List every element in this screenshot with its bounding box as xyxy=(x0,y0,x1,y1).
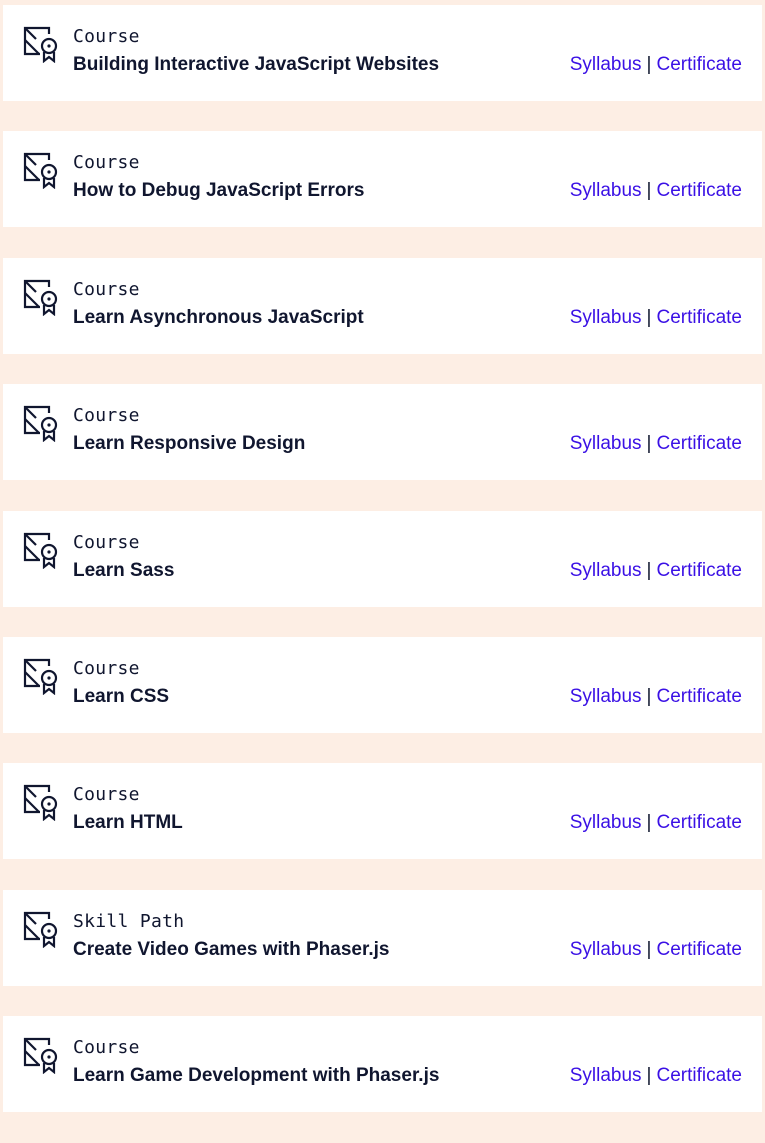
certificate-icon xyxy=(22,25,60,63)
syllabus-link[interactable]: Syllabus xyxy=(570,180,642,201)
item-type-label: Course xyxy=(73,278,140,300)
link-separator: | xyxy=(646,812,652,834)
item-title: Learn Sass xyxy=(73,559,175,581)
certificate-icon xyxy=(22,783,60,822)
certificate-list: Course Building Interactive JavaScript W… xyxy=(3,5,762,1143)
item-type-label: Course xyxy=(73,152,140,174)
syllabus-link[interactable]: Syllabus xyxy=(570,939,642,960)
list-item: Course Learn Game Development with Phase… xyxy=(3,1016,762,1113)
certificate-link[interactable]: Certificate xyxy=(656,307,742,328)
item-title: Learn Asynchronous JavaScript xyxy=(73,306,364,328)
certificate-link[interactable]: Certificate xyxy=(656,1065,742,1086)
link-separator: | xyxy=(646,54,652,75)
certificate-icon xyxy=(22,151,60,190)
list-item: Skill Path Create Video Games with Phase… xyxy=(3,889,762,986)
syllabus-link[interactable]: Syllabus xyxy=(570,307,642,328)
item-type-label: Course xyxy=(73,657,140,679)
certificate-link[interactable]: Certificate xyxy=(656,686,742,707)
certificate-icon xyxy=(22,404,60,443)
item-links: Syllabus | Certificate xyxy=(570,432,742,456)
item-title: Learn Game Development with Phaser.js xyxy=(73,1065,440,1087)
item-links: Syllabus | Certificate xyxy=(570,53,742,77)
item-type-label: Course xyxy=(73,26,140,47)
item-links: Syllabus | Certificate xyxy=(570,179,742,203)
item-title: Building Interactive JavaScript Websites xyxy=(73,54,440,75)
item-title: Learn Responsive Design xyxy=(73,433,306,455)
syllabus-link[interactable]: Syllabus xyxy=(570,560,642,581)
item-links: Syllabus | Certificate xyxy=(570,685,742,709)
link-separator: | xyxy=(646,180,652,202)
item-links: Syllabus | Certificate xyxy=(570,306,742,330)
item-links: Syllabus | Certificate xyxy=(570,811,742,835)
link-separator: | xyxy=(646,938,652,960)
item-title: Learn CSS xyxy=(73,685,170,707)
link-separator: | xyxy=(646,306,652,328)
link-separator: | xyxy=(646,559,652,581)
item-title: Create Video Games with Phaser.js xyxy=(73,938,390,960)
syllabus-link[interactable]: Syllabus xyxy=(570,433,642,454)
syllabus-link[interactable]: Syllabus xyxy=(570,686,642,707)
syllabus-link[interactable]: Syllabus xyxy=(570,812,642,833)
list-item: Course Learn HTML Syllabus | Certificate xyxy=(3,763,762,860)
item-title: How to Debug JavaScript Errors xyxy=(73,180,365,202)
item-links: Syllabus | Certificate xyxy=(570,1064,742,1088)
item-type-label: Course xyxy=(73,1037,140,1059)
item-title: Learn HTML xyxy=(73,812,183,834)
list-item: Course Learn Sass Syllabus | Certificate xyxy=(3,510,762,607)
certificate-icon xyxy=(22,657,60,695)
syllabus-link[interactable]: Syllabus xyxy=(570,54,642,75)
certificate-link[interactable]: Certificate xyxy=(656,560,742,581)
item-links: Syllabus | Certificate xyxy=(570,938,742,962)
item-type-label: Skill Path xyxy=(73,910,185,932)
certificate-link[interactable]: Certificate xyxy=(656,180,742,201)
certificate-icon xyxy=(22,910,60,948)
certificate-link[interactable]: Certificate xyxy=(656,939,742,960)
item-type-label: Course xyxy=(73,531,140,553)
list-item: Course Learn Asynchronous JavaScript Syl… xyxy=(3,257,762,354)
link-separator: | xyxy=(646,685,652,707)
list-item: Course How to Debug JavaScript Errors Sy… xyxy=(3,131,762,228)
list-item: Course Learn Responsive Design Syllabus |… xyxy=(3,384,762,481)
certificate-link[interactable]: Certificate xyxy=(656,433,742,454)
item-links: Syllabus | Certificate xyxy=(570,559,742,583)
list-item: Course Building Interactive JavaScript W… xyxy=(3,5,762,101)
item-type-label: Course xyxy=(73,784,140,806)
certificate-link[interactable]: Certificate xyxy=(656,812,742,833)
syllabus-link[interactable]: Syllabus xyxy=(570,1065,642,1086)
certificate-icon xyxy=(22,1036,60,1075)
list-item: Course Learn CSS Syllabus | Certificate xyxy=(3,636,762,733)
item-type-label: Course xyxy=(73,405,140,427)
certificate-link[interactable]: Certificate xyxy=(656,54,742,75)
link-separator: | xyxy=(646,433,652,455)
certificate-icon xyxy=(22,278,60,316)
certificate-icon xyxy=(22,531,60,569)
link-separator: | xyxy=(646,1065,652,1087)
